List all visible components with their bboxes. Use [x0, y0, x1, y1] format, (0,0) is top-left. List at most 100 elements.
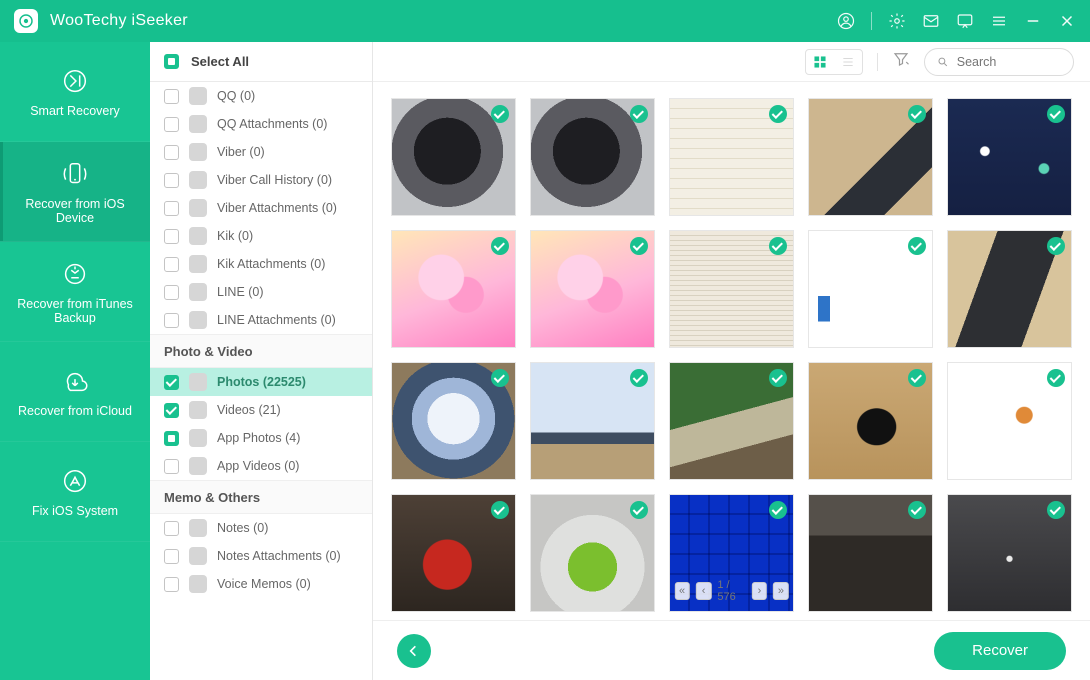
category-icon [189, 457, 207, 475]
thumbnail[interactable] [391, 494, 516, 612]
category-label: LINE (0) [217, 285, 264, 299]
pager-prev-button[interactable]: ‹ [696, 582, 712, 600]
recover-button[interactable]: Recover [934, 632, 1066, 670]
list-view-button[interactable] [834, 50, 862, 74]
pager-first-button[interactable]: « [674, 582, 690, 600]
thumbnail[interactable] [530, 362, 655, 480]
category-icon [189, 171, 207, 189]
category-item[interactable]: Kik (0) [150, 222, 372, 250]
category-label: Voice Memos (0) [217, 577, 311, 591]
thumbnail[interactable] [530, 98, 655, 216]
category-item[interactable]: Notes (0) [150, 514, 372, 542]
selected-badge-icon [630, 105, 648, 123]
thumbnail[interactable]: « ‹ 1 / 576 › » [669, 494, 794, 612]
nav-recover-ios-device[interactable]: Recover from iOS Device [0, 142, 150, 242]
category-item[interactable]: QQ (0) [150, 82, 372, 110]
selected-badge-icon [491, 105, 509, 123]
category-item[interactable]: Notes Attachments (0) [150, 542, 372, 570]
category-item[interactable]: LINE (0) [150, 278, 372, 306]
category-icon [189, 575, 207, 593]
thumbnail[interactable] [391, 362, 516, 480]
category-checkbox[interactable] [164, 145, 179, 160]
back-button[interactable] [397, 634, 431, 668]
category-checkbox[interactable] [164, 285, 179, 300]
nav-recover-icloud[interactable]: Recover from iCloud [0, 342, 150, 442]
category-checkbox[interactable] [164, 521, 179, 536]
selected-badge-icon [769, 105, 787, 123]
category-item[interactable]: LINE Attachments (0) [150, 306, 372, 334]
category-label: App Photos (4) [217, 431, 300, 445]
category-scroll[interactable]: QQ (0) QQ Attachments (0) Viber (0)Viber C… [150, 82, 372, 680]
thumbnail[interactable] [808, 230, 933, 348]
category-checkbox[interactable] [164, 229, 179, 244]
selected-badge-icon [630, 369, 648, 387]
nav-fix-ios[interactable]: Fix iOS System [0, 442, 150, 542]
thumbnail[interactable] [808, 494, 933, 612]
thumbnail[interactable] [808, 98, 933, 216]
category-item[interactable]: App Photos (4) [150, 424, 372, 452]
category-label: QQ Attachments (0) [217, 117, 327, 131]
thumbnail[interactable] [391, 98, 516, 216]
category-item[interactable]: Voice Memos (0) [150, 570, 372, 598]
menu-icon[interactable] [990, 12, 1008, 30]
category-checkbox[interactable] [164, 431, 179, 446]
pager-page-label: 1 / 576 [717, 579, 745, 603]
selected-badge-icon [491, 237, 509, 255]
settings-icon[interactable] [888, 12, 906, 30]
category-panel: Select All QQ (0) QQ Attachments (0) Viber… [150, 42, 373, 680]
nav-smart-recovery[interactable]: Smart Recovery [0, 42, 150, 142]
category-checkbox[interactable] [164, 577, 179, 592]
thumbnail[interactable] [947, 98, 1072, 216]
category-item[interactable]: Photos (22525) [150, 368, 372, 396]
category-item[interactable]: Kik Attachments (0) [150, 250, 372, 278]
category-checkbox[interactable] [164, 313, 179, 328]
content-toolbar [373, 42, 1090, 82]
category-item[interactable]: Viber Call History (0) [150, 166, 372, 194]
thumbnail[interactable] [669, 362, 794, 480]
thumbnail[interactable] [808, 362, 933, 480]
category-label: Viber Attachments (0) [217, 201, 337, 215]
category-checkbox[interactable] [164, 89, 179, 104]
category-item[interactable]: Videos (21) [150, 396, 372, 424]
category-checkbox[interactable] [164, 173, 179, 188]
filter-button[interactable] [892, 50, 910, 73]
category-checkbox[interactable] [164, 201, 179, 216]
select-all-checkbox[interactable] [164, 54, 179, 69]
category-item[interactable]: QQ Attachments (0) [150, 110, 372, 138]
app-logo-icon [14, 9, 38, 33]
account-icon[interactable] [837, 12, 855, 30]
selected-badge-icon [769, 369, 787, 387]
minimize-button[interactable] [1024, 12, 1042, 30]
pager-last-button[interactable]: » [773, 582, 789, 600]
search-box[interactable] [924, 48, 1074, 76]
close-button[interactable] [1058, 12, 1076, 30]
thumbnail[interactable] [947, 362, 1072, 480]
thumbnail[interactable] [530, 494, 655, 612]
thumbnail[interactable] [530, 230, 655, 348]
category-checkbox[interactable] [164, 257, 179, 272]
selected-badge-icon [630, 501, 648, 519]
category-item[interactable]: App Videos (0) [150, 452, 372, 480]
thumbnail[interactable] [669, 230, 794, 348]
mail-icon[interactable] [922, 12, 940, 30]
pager-next-button[interactable]: › [752, 582, 768, 600]
thumbnail-grid[interactable]: « ‹ 1 / 576 › » [373, 82, 1090, 620]
thumbnail[interactable] [947, 494, 1072, 612]
select-all-row[interactable]: Select All [150, 42, 372, 82]
category-label: QQ (0) [217, 89, 255, 103]
category-checkbox[interactable] [164, 403, 179, 418]
category-checkbox[interactable] [164, 375, 179, 390]
category-checkbox[interactable] [164, 117, 179, 132]
thumbnail[interactable] [391, 230, 516, 348]
nav-recover-itunes[interactable]: Recover from iTunes Backup [0, 242, 150, 342]
grid-view-button[interactable] [806, 50, 834, 74]
category-item[interactable]: Viber Attachments (0) [150, 194, 372, 222]
thumbnail[interactable] [947, 230, 1072, 348]
category-icon [189, 373, 207, 391]
category-checkbox[interactable] [164, 459, 179, 474]
category-item[interactable]: Viber (0) [150, 138, 372, 166]
search-input[interactable] [957, 55, 1061, 69]
category-checkbox[interactable] [164, 549, 179, 564]
thumbnail[interactable] [669, 98, 794, 216]
feedback-icon[interactable] [956, 12, 974, 30]
